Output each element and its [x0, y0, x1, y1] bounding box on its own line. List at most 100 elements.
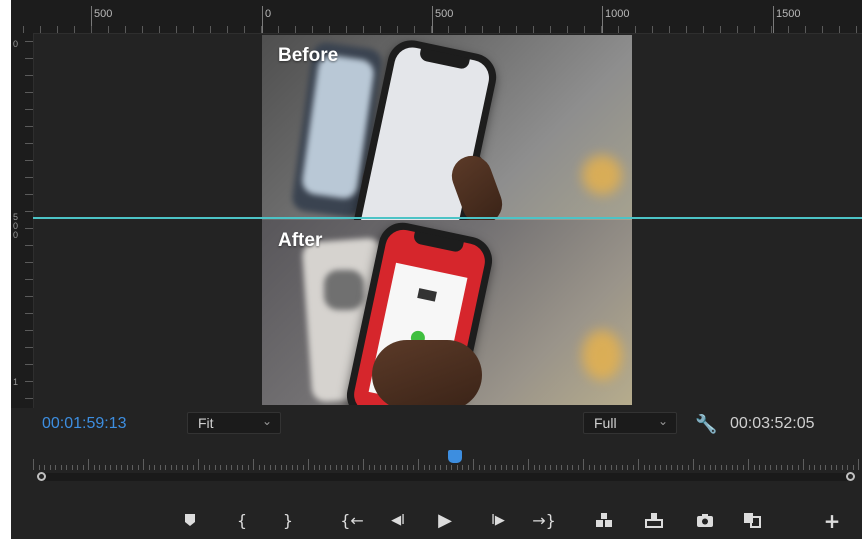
time-ruler-tick [825, 465, 826, 470]
time-ruler-tick [775, 465, 777, 470]
time-ruler-tick [308, 459, 309, 470]
time-ruler-tick [594, 465, 595, 470]
ruler-minor-tick [720, 26, 721, 33]
time-ruler-tick [330, 465, 331, 470]
comparison-view-button[interactable] [739, 510, 765, 532]
time-ruler-tick [649, 465, 650, 470]
after-caption: After [278, 230, 323, 251]
split-guide-line[interactable] [33, 217, 862, 219]
time-ruler-tick [627, 465, 628, 470]
program-monitor: 500 0 500 1000 1500 0 5 0 0 1 Before Aft… [11, 0, 862, 539]
ruler-minor-tick [74, 26, 75, 33]
time-ruler-tick [363, 459, 364, 470]
time-ruler-tick [550, 465, 551, 470]
add-marker-button[interactable] [177, 510, 203, 532]
time-ruler-tick [126, 465, 128, 470]
time-ruler-tick [346, 465, 348, 470]
time-ruler-tick [555, 465, 557, 470]
go-to-out-button[interactable]: →} [531, 510, 557, 532]
ruler-label: 500 [435, 8, 454, 20]
export-frame-button[interactable] [692, 510, 718, 532]
time-ruler-tick [572, 465, 573, 470]
time-ruler-tick [726, 465, 727, 470]
time-ruler-tick [214, 465, 216, 470]
insert-button[interactable] [591, 510, 617, 532]
ruler-minor-tick [652, 26, 653, 33]
wrench-icon[interactable]: 🔧 [695, 414, 717, 435]
time-ruler-tick [203, 465, 205, 470]
play-button[interactable]: ▶ [432, 510, 458, 532]
ruler-minor-tick [210, 26, 211, 33]
time-ruler-tick [209, 465, 210, 470]
time-ruler-tick [132, 465, 133, 470]
time-ruler-tick [599, 465, 601, 470]
zoom-level-dropdown[interactable]: Fit ⌄ [187, 412, 281, 434]
step-back-button[interactable]: ◀I [385, 510, 411, 532]
ruler-minor-tick [669, 26, 670, 33]
time-ruler-tick [269, 465, 271, 470]
time-ruler-tick [621, 465, 623, 470]
time-ruler-tick [110, 465, 111, 470]
time-ruler-tick [847, 465, 848, 470]
time-ruler-tick [385, 465, 386, 470]
time-ruler-tick [280, 465, 282, 470]
ruler-minor-tick [618, 26, 619, 33]
time-ruler-tick [770, 465, 771, 470]
time-ruler-tick [698, 465, 700, 470]
ruler-minor-tick [346, 26, 347, 33]
time-ruler-tick [291, 465, 293, 470]
time-ruler-tick [319, 465, 320, 470]
time-ruler-tick [753, 465, 755, 470]
chevron-down-icon: ⌄ [261, 414, 272, 428]
time-ruler-tick [583, 459, 584, 470]
background-qr [324, 270, 364, 310]
ruler-minor-tick [482, 26, 483, 33]
time-ruler-tick [682, 465, 683, 470]
time-ruler-tick [610, 465, 612, 470]
time-ruler-tick [759, 465, 760, 470]
zoom-scroll-bar[interactable] [41, 473, 849, 481]
overwrite-button[interactable] [641, 510, 667, 532]
current-timecode[interactable]: 00:01:59:13 [42, 415, 127, 433]
ruler-minor-tick [312, 26, 313, 33]
time-ruler-tick [231, 465, 232, 470]
ruler-minor-tick [329, 26, 330, 33]
time-ruler-tick [302, 465, 304, 470]
time-ruler-tick [33, 459, 34, 470]
zoom-handle-left[interactable] [37, 472, 46, 481]
go-to-in-button[interactable]: {← [339, 510, 365, 532]
comparison-view-icon [744, 513, 761, 528]
step-forward-button[interactable]: I▶ [485, 510, 511, 532]
time-ruler-tick [121, 465, 122, 470]
time-ruler-tick [506, 465, 507, 470]
time-ruler-tick [764, 465, 766, 470]
playback-resolution-dropdown[interactable]: Full ⌄ [583, 412, 677, 434]
time-ruler-tick [352, 465, 353, 470]
ruler-minor-tick [25, 262, 33, 263]
play-icon: ▶ [438, 510, 452, 531]
time-ruler-tick [533, 465, 535, 470]
time-ruler-tick [88, 459, 89, 470]
button-editor-button[interactable]: + [819, 510, 845, 532]
mark-in-button[interactable]: { [229, 510, 255, 532]
time-ruler-tick [159, 465, 161, 470]
mark-out-button[interactable]: } [275, 510, 301, 532]
video-frame[interactable]: Before After [262, 35, 632, 405]
time-ruler[interactable] [33, 458, 859, 470]
playhead[interactable] [448, 450, 462, 463]
time-ruler-tick [44, 465, 45, 470]
time-ruler-tick [748, 459, 749, 470]
time-ruler-tick [258, 465, 260, 470]
ruler-minor-tick [397, 26, 398, 33]
zoom-handle-right[interactable] [846, 472, 855, 481]
before-caption: Before [278, 45, 339, 66]
time-ruler-tick [379, 465, 381, 470]
time-ruler-tick [665, 465, 667, 470]
time-ruler-tick [242, 465, 243, 470]
ruler-minor-tick [516, 26, 517, 33]
ruler-minor-tick [25, 109, 33, 110]
bokeh-light [582, 330, 622, 380]
ruler-minor-tick [25, 160, 33, 161]
time-ruler-tick [814, 465, 815, 470]
time-ruler-tick [192, 465, 194, 470]
